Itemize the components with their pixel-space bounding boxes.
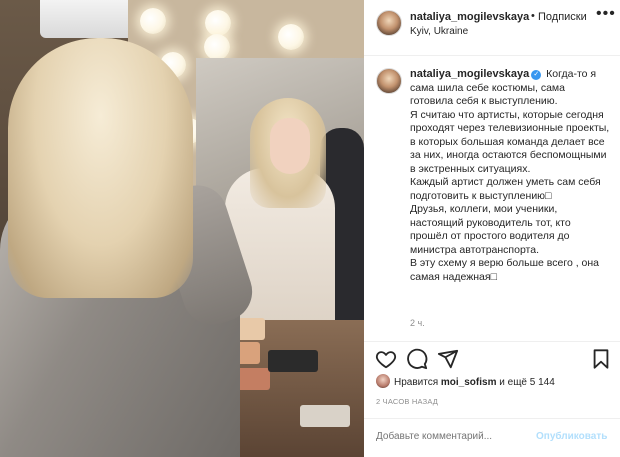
separator-dot: • — [531, 10, 535, 22]
likes-prefix: Нравится — [394, 377, 441, 388]
caption: nataliya_mogilevskaya ✓ Когда-то я сама ш… — [410, 68, 610, 284]
action-bar — [364, 341, 620, 371]
reflection-face — [270, 118, 310, 174]
vanity-bulb — [204, 34, 230, 60]
verified-badge-icon: ✓ — [531, 70, 542, 80]
comment-bar: Опубликовать — [364, 418, 620, 457]
author-username[interactable]: nataliya_mogilevskaya — [410, 11, 530, 23]
author-avatar[interactable] — [376, 10, 402, 36]
makeup-item — [300, 405, 350, 427]
caption-timestamp[interactable]: 2 ч. — [410, 318, 425, 328]
post-date[interactable]: 2 ЧАСОВ НАЗАД — [376, 397, 438, 406]
publish-comment-button[interactable]: Опубликовать — [536, 431, 607, 442]
heart-icon[interactable] — [375, 348, 397, 370]
vanity-bulb — [278, 24, 304, 50]
post-photo[interactable] — [0, 0, 364, 457]
makeup-bag — [268, 350, 318, 372]
vanity-bulb — [205, 10, 231, 36]
bookmark-icon[interactable] — [590, 348, 612, 370]
vanity-bulb — [140, 8, 166, 34]
following-button[interactable]: Подписки — [538, 11, 587, 23]
post-sidebar: nataliya_mogilevskaya • Подписки ••• Kyi… — [364, 0, 620, 457]
likes-summary: Нравится moi_sofism и ещё 5 144 — [376, 374, 616, 390]
post-location[interactable]: Kyiv, Ukraine — [410, 26, 468, 37]
more-horizontal-icon[interactable]: ••• — [596, 5, 616, 23]
air-conditioner — [40, 0, 140, 38]
woman-hair — [8, 38, 193, 298]
comment-input[interactable] — [376, 431, 526, 442]
comment-icon[interactable] — [406, 348, 428, 370]
caption-text: Когда-то я сама шила себе костюмы, сама … — [410, 68, 610, 283]
likes-others[interactable]: и ещё 5 144 — [496, 377, 555, 388]
liker-avatar[interactable] — [376, 374, 390, 388]
post-header: nataliya_mogilevskaya • Подписки ••• Kyi… — [364, 0, 620, 56]
caption-area: nataliya_mogilevskaya ✓ Когда-то я сама ш… — [364, 56, 620, 341]
liker-username[interactable]: moi_sofism — [441, 377, 497, 388]
send-icon[interactable] — [437, 348, 459, 370]
caption-username[interactable]: nataliya_mogilevskaya — [410, 68, 529, 80]
caption-avatar[interactable] — [376, 68, 402, 94]
